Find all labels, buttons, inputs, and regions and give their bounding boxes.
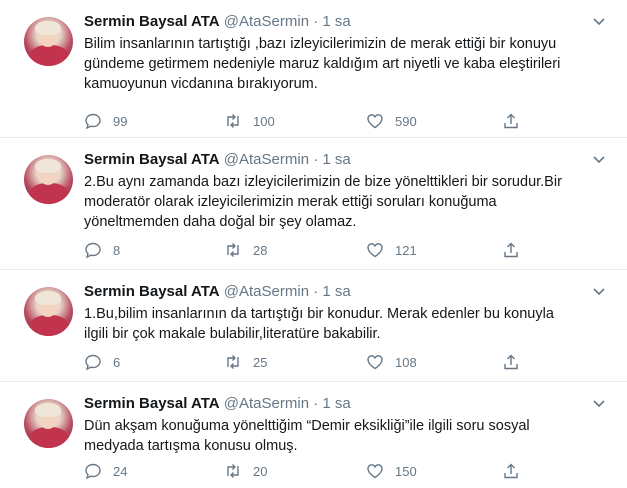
share-icon <box>504 113 518 129</box>
tweet-time[interactable]: 1 sa <box>322 395 350 412</box>
retweet-button[interactable]: 25 <box>224 352 267 372</box>
tweet-actions: 24 20 150 <box>84 461 544 481</box>
retweet-button[interactable]: 20 <box>224 461 267 481</box>
share-button[interactable] <box>502 240 531 260</box>
heart-icon <box>367 464 383 479</box>
tweet-text-line: Dün akşam konuğuma yönelttiğim “Demir ek… <box>84 418 530 434</box>
retweet-count: 28 <box>253 242 268 258</box>
author-handle[interactable]: @AtaSermin <box>224 395 309 412</box>
like-count: 590 <box>395 113 417 129</box>
reply-button[interactable]: 6 <box>84 352 120 372</box>
share-icon <box>504 242 518 258</box>
like-button[interactable]: 150 <box>366 461 417 481</box>
tweet-time[interactable]: 1 sa <box>322 13 350 30</box>
author-name[interactable]: Sermin Baysal ATA <box>84 13 220 30</box>
tweet[interactable]: Sermin Baysal ATA @AtaSermin · 1 sa 2.Bu… <box>0 138 627 270</box>
avatar[interactable] <box>24 399 73 448</box>
chevron-down-icon[interactable] <box>592 14 606 28</box>
chevron-down-icon[interactable] <box>592 152 606 166</box>
separator-dot: · <box>313 13 319 30</box>
share-button[interactable] <box>502 352 531 372</box>
share-button[interactable] <box>502 461 531 481</box>
tweet-actions: 99 100 590 <box>84 111 544 131</box>
tweet-header: Sermin Baysal ATA @AtaSermin · 1 sa <box>84 12 351 32</box>
tweet-text-line: medyada tartışma konusu olmuş. <box>84 438 298 454</box>
reply-button[interactable]: 24 <box>84 461 127 481</box>
separator-dot: · <box>313 395 319 412</box>
reply-button[interactable]: 99 <box>84 111 127 131</box>
tweet-text-line: gündeme getirmem nedeniyle maruz kaldığı… <box>84 56 561 72</box>
tweet-text: Dün akşam konuğuma yönelttiğim “Demir ek… <box>84 416 604 456</box>
chevron-down-icon[interactable] <box>592 396 606 410</box>
reply-icon <box>85 242 101 259</box>
share-button[interactable] <box>502 111 531 131</box>
tweet-text-line: 1.Bu,bilim insanlarının da tartıştığı bi… <box>84 306 554 322</box>
like-button[interactable]: 121 <box>366 240 417 260</box>
avatar[interactable] <box>24 287 73 336</box>
tweet-time[interactable]: 1 sa <box>322 283 350 300</box>
reply-button[interactable]: 8 <box>84 240 120 260</box>
retweet-icon <box>227 355 239 369</box>
tweet-text: 2.Bu aynı zamanda bazı izleyicilerimizin… <box>84 172 604 232</box>
reply-icon <box>85 354 101 371</box>
chevron-down-icon[interactable] <box>592 284 606 298</box>
retweet-icon <box>227 464 239 478</box>
tweet-text-line: moderatör olarak izleyicilerimizin merak… <box>84 194 497 210</box>
separator-dot: · <box>313 151 319 168</box>
author-handle[interactable]: @AtaSermin <box>224 13 309 30</box>
avatar[interactable] <box>24 155 73 204</box>
heart-icon <box>367 114 383 129</box>
share-icon <box>504 463 518 479</box>
author-handle[interactable]: @AtaSermin <box>224 151 309 168</box>
tweet-actions: 6 25 108 <box>84 352 544 372</box>
author-name[interactable]: Sermin Baysal ATA <box>84 283 220 300</box>
heart-icon <box>367 243 383 258</box>
retweet-button[interactable]: 100 <box>224 111 275 131</box>
retweet-count: 25 <box>253 354 268 370</box>
tweet-header: Sermin Baysal ATA @AtaSermin · 1 sa <box>84 394 351 414</box>
retweet-count: 20 <box>253 463 268 479</box>
share-icon <box>504 354 518 370</box>
tweet-text-line: ilgili bir çok makale bulabilir,literatü… <box>84 326 381 342</box>
separator-dot: · <box>313 283 319 300</box>
reply-count: 99 <box>113 113 128 129</box>
tweet-text-line: kamuoyunun vicdanına bırakıyorum. <box>84 76 318 92</box>
reply-count: 8 <box>113 242 121 258</box>
tweet-text-line: Bilim insanlarının tartıştığı ,bazı izle… <box>84 36 557 52</box>
retweet-button[interactable]: 28 <box>224 240 267 260</box>
tweet-header: Sermin Baysal ATA @AtaSermin · 1 sa <box>84 282 351 302</box>
retweet-icon <box>227 243 239 257</box>
tweet-feed: Sermin Baysal ATA @AtaSermin · 1 sa Bili… <box>0 0 627 488</box>
reply-icon <box>85 463 101 480</box>
author-name[interactable]: Sermin Baysal ATA <box>84 151 220 168</box>
tweet[interactable]: Sermin Baysal ATA @AtaSermin · 1 sa 1.Bu… <box>0 270 627 382</box>
reply-count: 6 <box>113 354 121 370</box>
like-button[interactable]: 108 <box>366 352 417 372</box>
reply-icon <box>85 113 101 130</box>
tweet-header: Sermin Baysal ATA @AtaSermin · 1 sa <box>84 150 351 170</box>
tweet[interactable]: Sermin Baysal ATA @AtaSermin · 1 sa Bili… <box>0 0 627 138</box>
tweet-text: 1.Bu,bilim insanlarının da tartıştığı bi… <box>84 304 604 344</box>
avatar[interactable] <box>24 17 73 66</box>
tweet-text-line: 2.Bu aynı zamanda bazı izleyicilerimizin… <box>84 174 562 190</box>
tweet[interactable]: Sermin Baysal ATA @AtaSermin · 1 sa Dün … <box>0 382 627 488</box>
like-count: 150 <box>395 463 417 479</box>
author-name[interactable]: Sermin Baysal ATA <box>84 395 220 412</box>
retweet-count: 100 <box>253 113 275 129</box>
like-button[interactable]: 590 <box>366 111 417 131</box>
tweet-time[interactable]: 1 sa <box>322 151 350 168</box>
retweet-icon <box>227 114 239 128</box>
like-count: 108 <box>395 354 417 370</box>
like-count: 121 <box>395 242 417 258</box>
tweet-text-line: yöneltmemden daha doğal bir şey olamaz. <box>84 214 357 230</box>
tweet-actions: 8 28 121 <box>84 240 544 260</box>
heart-icon <box>367 355 383 370</box>
reply-count: 24 <box>113 463 128 479</box>
author-handle[interactable]: @AtaSermin <box>224 283 309 300</box>
tweet-text: Bilim insanlarının tartıştığı ,bazı izle… <box>84 34 604 94</box>
